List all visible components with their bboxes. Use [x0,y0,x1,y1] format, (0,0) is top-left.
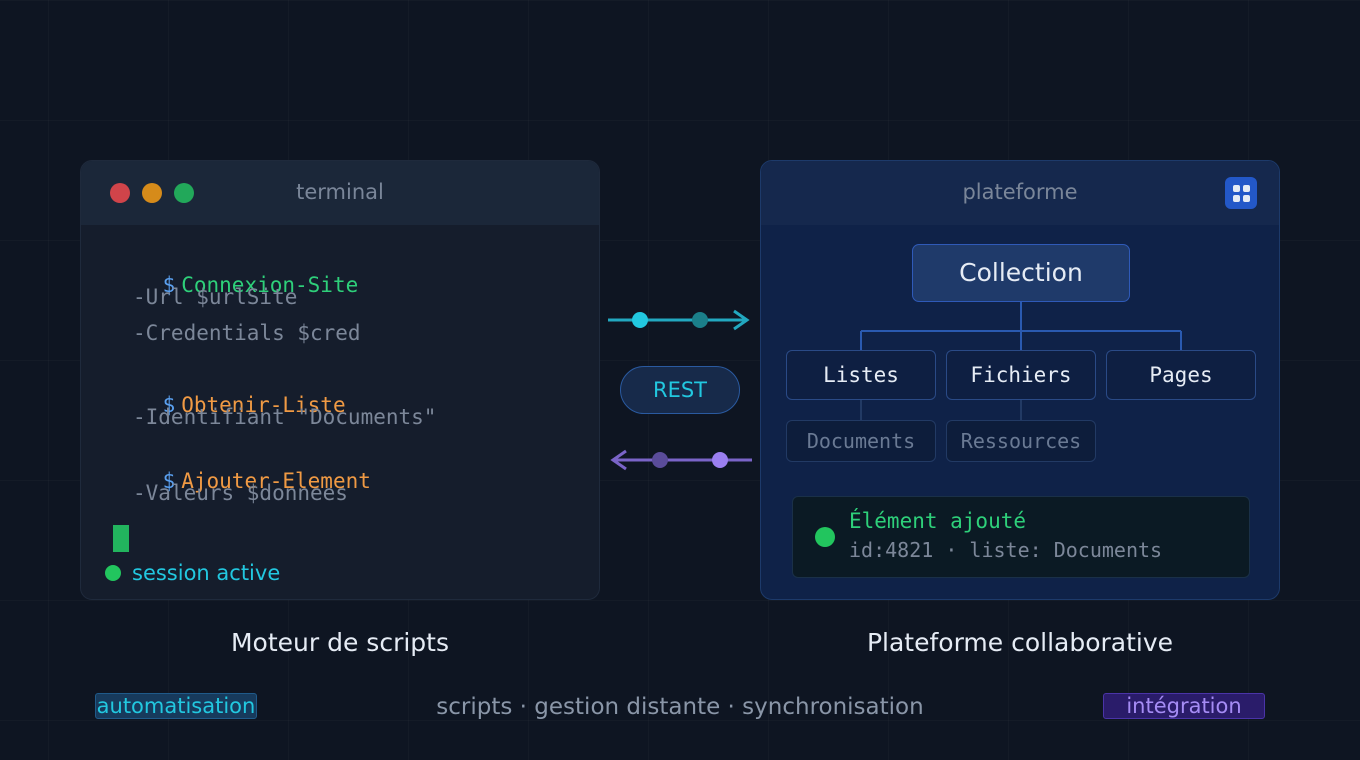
tagline: scripts · gestion distante · synchronisa… [436,694,924,720]
parameter-line: -Valeurs $donnees [133,481,348,505]
tree-node-ressources[interactable]: Ressources [946,420,1096,462]
platform-window: plateforme Collection Listes Fichiers Pa… [760,160,1280,600]
tree-node-pages[interactable]: Pages [1106,350,1256,400]
tree-node-fichiers[interactable]: Fichiers [946,350,1096,400]
terminal-title-bar: terminal [81,161,599,225]
right-caption: Plateforme collaborative [866,628,1174,657]
terminal-cursor [113,525,129,552]
left-caption: Moteur de scripts [230,628,449,657]
session-status: session active [132,561,281,585]
tree-node-documents[interactable]: Documents [786,420,936,462]
response-arrow-icon [610,449,752,471]
parameter-line: -Credentials $cred [133,321,361,345]
notification-detail: id:4821 · liste: Documents [849,538,1163,562]
parameter-line: -Url $urlSite [133,285,298,309]
tag-integration: intégration [1103,693,1265,719]
terminal-window: terminal $ Connexion-Site -Url $urlSite -… [80,160,600,600]
request-arrow-icon [608,309,750,331]
terminal-title: terminal [296,180,384,204]
notification-title: Élément ajouté [849,509,1027,533]
parameter-line: -Identifiant "Documents" [133,405,437,429]
notification-card: Élément ajouté id:4821 · liste: Document… [792,496,1250,578]
rest-badge: REST [620,366,740,414]
tree-node-collection[interactable]: Collection [912,244,1130,302]
success-dot-icon [815,527,835,547]
tree-node-listes[interactable]: Listes [786,350,936,400]
tag-automation: automatisation [95,693,257,719]
status-dot-icon [105,565,121,581]
